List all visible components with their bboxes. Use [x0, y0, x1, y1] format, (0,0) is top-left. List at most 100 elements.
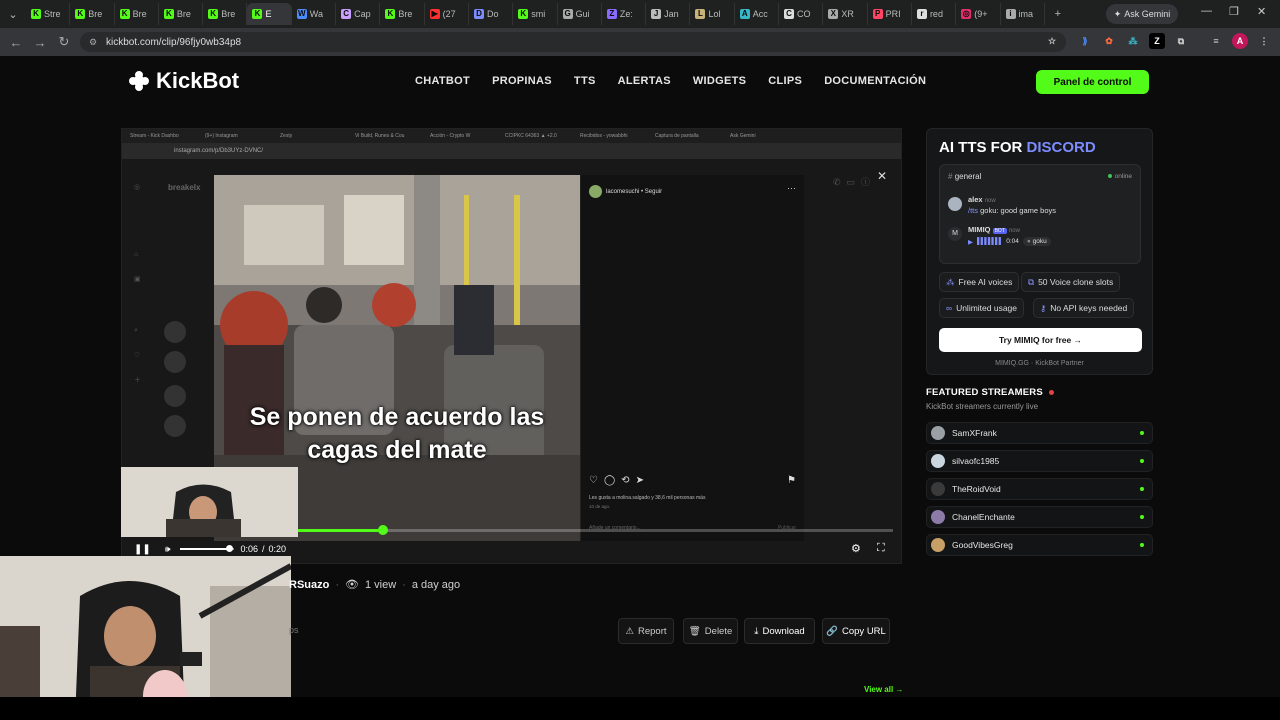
fullscreen-icon[interactable]: ⛶	[877, 542, 885, 555]
minimize-icon[interactable]: —	[1201, 5, 1212, 17]
extension-icon[interactable]: Z	[1149, 33, 1165, 49]
browser-tab[interactable]: K Bre	[380, 3, 425, 25]
clip-author[interactable]: RSuazo	[289, 579, 329, 591]
tab-label: E	[265, 9, 272, 19]
avatar	[164, 351, 186, 373]
video-inner-tabstrip: Stream - Kick Dashbo (9+) Instagram Zest…	[122, 129, 901, 143]
infinity-icon: ∞	[946, 303, 953, 313]
streamer-item[interactable]: silvaofc1985	[926, 450, 1153, 472]
kickbot-logo[interactable]: KickBot	[128, 68, 239, 94]
tab-label: PRI	[885, 9, 901, 19]
download-button[interactable]: ⤓ Download	[744, 618, 815, 644]
nav-alertas[interactable]: ALERTAS	[618, 75, 671, 87]
browser-tab[interactable]: A Acc	[735, 3, 780, 25]
browser-tab[interactable]: W Wa	[292, 3, 337, 25]
home-icon: ⌂	[134, 251, 139, 258]
link-icon: 🔗	[826, 625, 838, 637]
browser-tab[interactable]: G Gui	[558, 3, 602, 25]
delete-label: Delete	[704, 625, 733, 637]
discord-chat-preview: # general online alex now /tts goku: goo…	[939, 164, 1141, 264]
nav-propinas[interactable]: PROPINAS	[492, 75, 552, 87]
feature-chip: ⁂ Free AI voices	[939, 272, 1020, 292]
url-field[interactable]: ⚙ kickbot.com/clip/96fjy0wb34p8	[80, 32, 1066, 52]
nav-tts[interactable]: TTS	[574, 75, 596, 87]
browser-tab[interactable]: K Bre	[70, 3, 115, 25]
new-tab-button[interactable]: +	[1045, 0, 1071, 28]
nav-documentacion[interactable]: DOCUMENTACIÓN	[824, 75, 926, 87]
feature-label: 50 Voice clone slots	[1038, 277, 1114, 287]
settings-gear-icon[interactable]: ⚙	[851, 542, 861, 555]
forward-icon[interactable]: →	[28, 35, 52, 50]
control-panel-button[interactable]: Panel de control	[1036, 70, 1149, 94]
tab-favicon-icon: W	[296, 9, 307, 19]
gemini-icon: ✦	[1113, 8, 1122, 19]
nav-chatbot[interactable]: CHATBOT	[415, 75, 470, 87]
browser-tab[interactable]: D Do	[469, 3, 514, 25]
tab-favicon-icon: K	[252, 9, 263, 19]
streamer-item[interactable]: TheRoidVoid	[926, 478, 1153, 500]
extensions-puzzle-icon[interactable]: ⧉	[1173, 33, 1189, 49]
browser-tab[interactable]: ▶ (27	[425, 3, 469, 25]
reload-icon[interactable]: ↻	[52, 34, 76, 50]
streamer-item[interactable]: ChanelEnchante	[926, 506, 1153, 528]
browser-tab[interactable]: i ima	[1001, 3, 1045, 25]
browser-tab[interactable]: K Bre	[159, 3, 204, 25]
reading-list-icon[interactable]: ≡	[1208, 33, 1224, 49]
report-button[interactable]: ⚠ Report	[618, 618, 674, 644]
profile-avatar[interactable]: A	[1232, 33, 1248, 49]
browser-tab[interactable]: Ksmi	[513, 3, 558, 25]
tab-list-icon[interactable]: ⌄	[0, 0, 26, 28]
tab-favicon-icon: K	[208, 9, 219, 19]
browser-tab[interactable]: K Bre	[203, 3, 248, 25]
browser-tab[interactable]: J Jan	[646, 3, 691, 25]
extension-icon[interactable]: ✿	[1101, 33, 1117, 49]
live-indicator	[1140, 515, 1144, 519]
browser-tab[interactable]: L Lol	[690, 3, 735, 25]
close-window-icon[interactable]: ✕	[1257, 5, 1266, 18]
copy-url-button[interactable]: 🔗 Copy URL	[822, 618, 890, 644]
webcam-small-image	[121, 467, 298, 537]
audio-message: ▶ ▌▌▌▌▌▌▌ 0:04 ● goku	[968, 237, 1051, 246]
browser-tab[interactable]: K Bre	[115, 3, 159, 25]
try-mimiq-button[interactable]: Try MIMIQ for free →	[939, 328, 1142, 352]
tab-favicon-icon: J	[651, 9, 662, 19]
avatar	[931, 538, 945, 552]
volume-knob[interactable]	[226, 545, 234, 552]
back-icon[interactable]: ←	[4, 35, 28, 50]
promo-title-b: DISCORD	[1026, 139, 1096, 156]
post-author: lacomesuchi • Seguir	[589, 185, 662, 198]
volume-icon[interactable]: 🕪	[165, 544, 171, 555]
browser-tab[interactable]: ◎ (9+	[956, 3, 1001, 25]
pause-icon[interactable]: ❚❚	[134, 544, 151, 555]
feature-label: Free AI voices	[958, 277, 1013, 287]
browser-tab[interactable]: C CO	[779, 3, 824, 25]
browser-tab[interactable]: C Cap	[336, 3, 381, 25]
maximize-icon[interactable]: ❐	[1229, 5, 1239, 18]
site-info-icon[interactable]: ⚙	[89, 37, 97, 48]
browser-tab[interactable]: Z Ze:	[602, 3, 647, 25]
tab-label: smi	[531, 9, 546, 19]
extension-icon[interactable]: ⟫	[1077, 33, 1093, 49]
nav-clips[interactable]: CLIPS	[768, 75, 802, 87]
comment-icon: ◯	[603, 475, 616, 486]
post-author-name: lacomesuchi • Seguir	[606, 188, 663, 195]
streamer-item[interactable]: GoodVibesGreg	[926, 534, 1153, 556]
browser-tab[interactable]: r red	[912, 3, 957, 25]
ask-gemini-button[interactable]: ✦ Ask Gemini	[1106, 4, 1178, 24]
extension-icon[interactable]: ⁂	[1125, 33, 1141, 49]
browser-tab[interactable]: K Stre	[26, 3, 71, 25]
volume-slider[interactable]	[180, 545, 235, 552]
streamer-item[interactable]: SamXFrank	[926, 422, 1153, 444]
browser-tab[interactable]: P PRI	[868, 3, 912, 25]
bookmark-star-icon[interactable]: ☆	[1044, 33, 1060, 49]
browser-tab[interactable]: X XR	[823, 3, 868, 25]
browser-menu-icon[interactable]: ⋮	[1256, 33, 1272, 49]
tab-label: Lol	[708, 9, 721, 19]
nav-widgets[interactable]: WIDGETS	[693, 75, 746, 87]
browser-tab[interactable]: KE	[247, 3, 292, 25]
live-indicator	[1140, 459, 1144, 463]
video-inner-tab: Vi Build, Runes & Cou	[355, 133, 405, 139]
view-all-link[interactable]: View all →	[864, 685, 903, 694]
avatar	[164, 385, 186, 407]
delete-button[interactable]: 🗑 Delete	[683, 618, 738, 644]
